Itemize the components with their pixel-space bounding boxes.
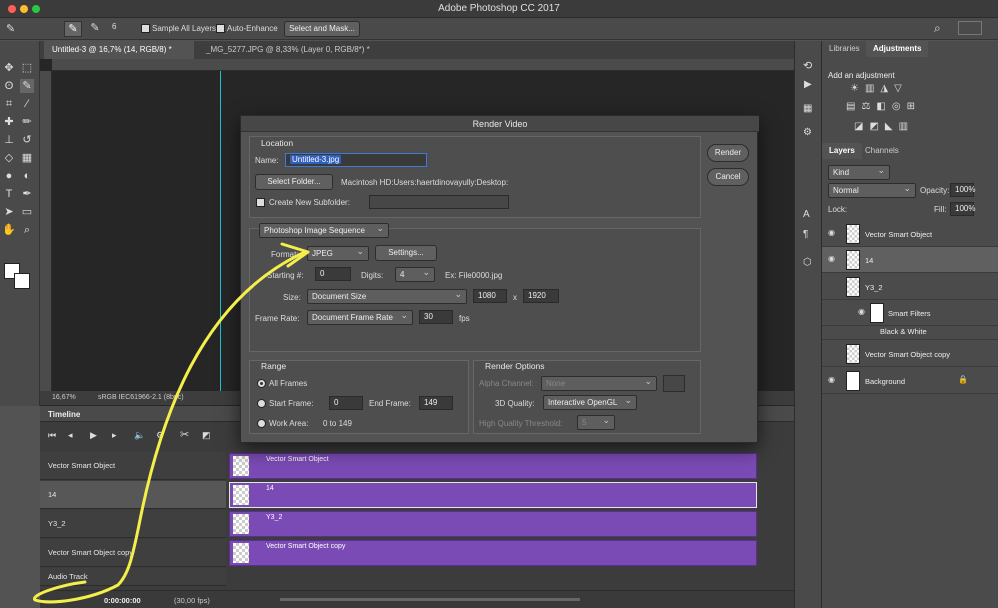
annotation-overlay [33, 242, 310, 604]
annotation-arrow-stroke [33, 250, 307, 604]
